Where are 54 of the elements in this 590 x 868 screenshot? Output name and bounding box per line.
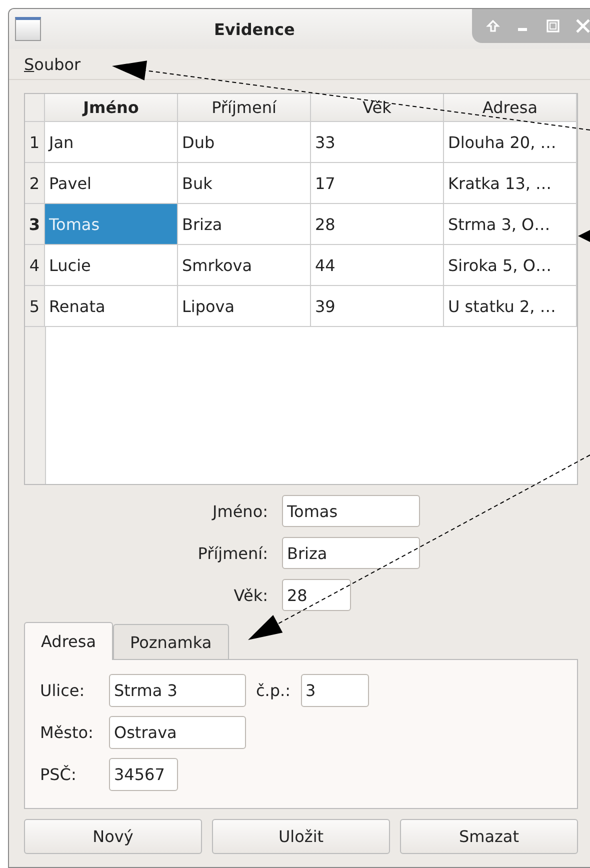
column-header[interactable]: Věk [311, 94, 444, 122]
push-button[interactable]: Smazat [400, 819, 578, 854]
table-cell[interactable]: Briza [178, 204, 311, 245]
table-cell[interactable]: U statku 2, … [444, 286, 577, 327]
tab[interactable]: Adresa [24, 622, 114, 660]
table-cell[interactable]: 44 [311, 245, 444, 286]
table-cell[interactable]: Lipova [178, 286, 311, 327]
input-field[interactable]: 28 [282, 579, 351, 611]
tab[interactable]: Poznamka [113, 624, 229, 659]
row-header[interactable]: 4 [25, 245, 45, 286]
row-header[interactable]: 5 [25, 286, 45, 327]
shade-icon[interactable] [485, 18, 501, 34]
table-cell[interactable]: Jan [45, 122, 178, 163]
input-field[interactable]: Ostrava [109, 716, 246, 749]
input-field[interactable]: Briza [282, 537, 420, 569]
row-header[interactable]: 1 [25, 122, 45, 163]
table-cell[interactable]: 28 [311, 204, 444, 245]
maximize-icon[interactable] [545, 18, 561, 34]
table-cell[interactable]: 17 [311, 163, 444, 204]
column-header[interactable]: Příjmení [178, 94, 311, 122]
input-field[interactable]: 3 [300, 674, 369, 707]
field-label: č.p.: [256, 681, 291, 700]
input-field[interactable]: Strma 3 [109, 674, 246, 707]
table-cell[interactable]: Siroka 5, O… [444, 245, 577, 286]
table-cell[interactable]: Dub [178, 122, 311, 163]
menu-item[interactable]: Soubor [24, 54, 81, 74]
input-field[interactable]: Tomas [282, 495, 420, 527]
table-cell[interactable]: Renata [45, 286, 178, 327]
table-corner[interactable] [25, 94, 45, 122]
column-header[interactable]: Adresa [444, 94, 577, 122]
field-label: Ulice: [40, 681, 86, 700]
table-cell[interactable]: Buk [178, 163, 311, 204]
column-header[interactable]: Jméno [45, 94, 178, 122]
table-cell[interactable]: Strma 3, O… [444, 204, 577, 245]
table-cell[interactable]: Dlouha 20, … [444, 122, 577, 163]
input-field[interactable]: 34567 [109, 758, 178, 791]
table-cell[interactable]: 39 [311, 286, 444, 327]
field-label: Příjmení: [196, 544, 268, 562]
table-cell[interactable]: Smrkova [178, 245, 311, 286]
table-cell[interactable]: 33 [311, 122, 444, 163]
window-icon [15, 17, 41, 41]
push-button[interactable]: Uložit [212, 819, 390, 854]
close-icon[interactable] [575, 18, 590, 34]
table-cell[interactable]: Lucie [45, 245, 178, 286]
row-header[interactable]: 3 [25, 204, 45, 245]
push-button[interactable]: Nový [24, 819, 202, 854]
annotation-arrow [578, 230, 590, 242]
field-label: Věk: [232, 586, 268, 604]
table-cell[interactable]: Kratka 13, … [444, 163, 577, 204]
row-header[interactable]: 2 [25, 163, 45, 204]
field-label: PSČ: [40, 765, 78, 784]
field-label: Město: [40, 723, 94, 742]
window-title: Evidence [214, 20, 295, 38]
field-label: Jméno: [210, 502, 268, 520]
